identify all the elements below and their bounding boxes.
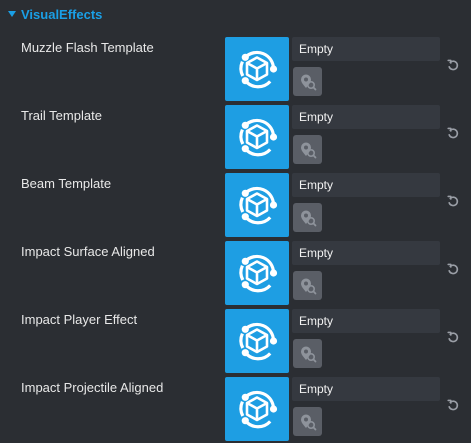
- property-row: Impact Surface Aligned Empty: [0, 239, 471, 307]
- property-label: Impact Surface Aligned: [21, 244, 155, 259]
- reset-icon: [447, 127, 459, 139]
- template-thumbnail[interactable]: [225, 105, 289, 169]
- asset-picker-button[interactable]: [293, 203, 322, 232]
- template-asset-icon: [239, 118, 278, 157]
- asset-value-field[interactable]: Empty: [292, 37, 440, 61]
- property-label: Impact Player Effect: [21, 312, 138, 327]
- reset-button[interactable]: [445, 397, 461, 413]
- reset-icon: [447, 331, 459, 343]
- asset-value: Empty: [299, 314, 334, 328]
- template-thumbnail[interactable]: [225, 37, 289, 101]
- asset-value: Empty: [299, 246, 334, 260]
- asset-value-field[interactable]: Empty: [292, 377, 440, 401]
- asset-picker-icon: [301, 74, 317, 91]
- asset-picker-icon: [301, 142, 317, 159]
- template-thumbnail[interactable]: [225, 241, 289, 305]
- property-row: Impact Projectile Aligned Empty: [0, 375, 471, 443]
- asset-value: Empty: [299, 110, 334, 124]
- reset-icon: [447, 195, 459, 207]
- property-row: Trail Template Empty: [0, 103, 471, 171]
- asset-picker-icon: [301, 346, 317, 363]
- asset-picker-button[interactable]: [293, 67, 322, 96]
- reset-button[interactable]: [445, 57, 461, 73]
- reset-button[interactable]: [445, 261, 461, 277]
- asset-picker-icon: [301, 210, 317, 227]
- property-label: Beam Template: [21, 176, 112, 191]
- property-label: Muzzle Flash Template: [21, 40, 154, 55]
- template-thumbnail[interactable]: [225, 309, 289, 373]
- asset-value-field[interactable]: Empty: [292, 105, 440, 129]
- reset-icon: [447, 263, 459, 275]
- reset-button[interactable]: [445, 329, 461, 345]
- property-row: Impact Player Effect Empty: [0, 307, 471, 375]
- visualeffects-section-header[interactable]: VisualEffects: [0, 0, 471, 30]
- reset-icon: [447, 59, 459, 71]
- reset-icon: [447, 399, 459, 411]
- asset-picker-icon: [301, 414, 317, 431]
- asset-picker-button[interactable]: [293, 339, 322, 368]
- chevron-down-icon[interactable]: [8, 11, 16, 17]
- template-thumbnail[interactable]: [225, 377, 289, 441]
- template-thumbnail[interactable]: [225, 173, 289, 237]
- asset-value-field[interactable]: Empty: [292, 241, 440, 265]
- asset-value: Empty: [299, 178, 334, 192]
- asset-picker-icon: [301, 278, 317, 295]
- section-title: VisualEffects: [21, 7, 103, 22]
- asset-value: Empty: [299, 382, 334, 396]
- template-asset-icon: [239, 390, 278, 429]
- reset-button[interactable]: [445, 193, 461, 209]
- asset-value-field[interactable]: Empty: [292, 173, 440, 197]
- property-row: Beam Template Empty: [0, 171, 471, 239]
- reset-button[interactable]: [445, 125, 461, 141]
- asset-value: Empty: [299, 42, 334, 56]
- asset-value-field[interactable]: Empty: [292, 309, 440, 333]
- template-asset-icon: [239, 50, 278, 89]
- template-asset-icon: [239, 186, 278, 225]
- template-asset-icon: [239, 322, 278, 361]
- property-label: Trail Template: [21, 108, 102, 123]
- asset-picker-button[interactable]: [293, 135, 322, 164]
- asset-picker-button[interactable]: [293, 407, 322, 436]
- asset-picker-button[interactable]: [293, 271, 322, 300]
- template-asset-icon: [239, 254, 278, 293]
- property-label: Impact Projectile Aligned: [21, 380, 164, 395]
- property-row: Muzzle Flash Template Empty: [0, 35, 471, 103]
